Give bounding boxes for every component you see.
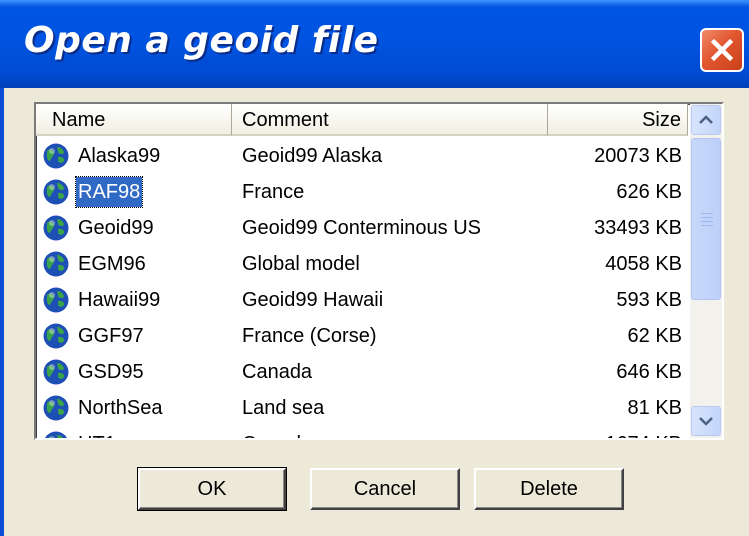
chevron-up-icon [699, 115, 713, 124]
table-row[interactable]: Hawaii99 Geoid99 Hawaii 593 KB [36, 282, 688, 318]
row-name: NorthSea [78, 397, 163, 419]
title-bar[interactable]: Open a geoid file [0, 0, 749, 88]
row-size: 626 KB [616, 181, 682, 203]
open-geoid-dialog: Open a geoid file Name Comment Size Alas… [0, 0, 749, 536]
globe-icon [42, 142, 70, 170]
window-frame [0, 88, 4, 536]
close-button[interactable] [700, 28, 744, 72]
table-row[interactable]: GSD95 Canada 646 KB [36, 354, 688, 390]
globe-icon [42, 358, 70, 386]
scroll-up-button[interactable] [691, 105, 721, 135]
row-size: 33493 KB [594, 217, 682, 239]
globe-icon [42, 430, 70, 438]
table-row[interactable]: HT1 Canada 1674 KB [36, 426, 688, 438]
list-header: Name Comment Size [36, 104, 688, 136]
ok-button[interactable]: OK [137, 467, 287, 511]
row-size: 646 KB [616, 361, 682, 383]
row-size: 4058 KB [605, 253, 682, 275]
delete-button[interactable]: Delete [474, 468, 624, 510]
row-comment: France (Corse) [242, 325, 377, 347]
row-comment: France [242, 181, 305, 203]
globe-icon [42, 394, 70, 422]
column-header-name[interactable]: Name [36, 104, 232, 136]
row-name: HT1 [78, 426, 116, 438]
vertical-scrollbar[interactable] [690, 104, 722, 438]
table-row[interactable]: Alaska99 Geoid99 Alaska 20073 KB [36, 138, 688, 174]
dialog-title: Open a geoid file [24, 20, 379, 61]
globe-icon [42, 250, 70, 278]
table-row[interactable]: GGF97 France (Corse) 62 KB [36, 318, 688, 354]
table-row[interactable]: RAF98 France 626 KB [36, 174, 688, 210]
row-comment: Land sea [242, 397, 325, 419]
column-header-size[interactable]: Size [548, 104, 688, 136]
globe-icon [42, 286, 70, 314]
row-size: 593 KB [616, 289, 682, 311]
globe-icon [42, 178, 70, 206]
geoid-file-list[interactable]: Name Comment Size Alaska99 Geoid99 Alask… [34, 102, 724, 440]
scroll-thumb[interactable] [691, 138, 721, 300]
row-name: GSD95 [78, 361, 144, 383]
grip-line [701, 221, 713, 222]
chevron-down-icon [699, 417, 713, 426]
grip-line [701, 225, 713, 226]
table-row[interactable]: EGM96 Global model 4058 KB [36, 246, 688, 282]
grip-line [701, 217, 713, 218]
row-size: 1674 KB [548, 426, 682, 438]
row-name: Hawaii99 [78, 289, 161, 311]
row-comment: Canada [242, 426, 312, 438]
close-icon [710, 38, 734, 62]
table-row[interactable]: NorthSea Land sea 81 KB [36, 390, 688, 426]
row-size: 20073 KB [594, 145, 682, 167]
row-comment: Canada [242, 361, 313, 383]
globe-icon [42, 322, 70, 350]
list-rows: Alaska99 Geoid99 Alaska 20073 KB RAF98 F… [36, 138, 688, 438]
row-comment: Global model [242, 253, 360, 275]
scroll-down-button[interactable] [691, 406, 721, 436]
table-row[interactable]: Geoid99 Geoid99 Conterminous US 33493 KB [36, 210, 688, 246]
row-comment: Geoid99 Alaska [242, 145, 383, 167]
row-name: GGF97 [78, 325, 144, 347]
row-size: 81 KB [627, 397, 682, 419]
globe-icon [42, 214, 70, 242]
row-comment: Geoid99 Conterminous US [242, 217, 482, 239]
row-name: Alaska99 [78, 145, 161, 167]
row-name: RAF98 [74, 176, 144, 208]
row-comment: Geoid99 Hawaii [242, 289, 384, 311]
cancel-button[interactable]: Cancel [310, 468, 460, 510]
grip-line [701, 213, 713, 214]
row-name: Geoid99 [78, 217, 154, 239]
row-name: EGM96 [78, 253, 146, 275]
column-header-comment[interactable]: Comment [232, 104, 548, 136]
row-size: 62 KB [627, 325, 682, 347]
